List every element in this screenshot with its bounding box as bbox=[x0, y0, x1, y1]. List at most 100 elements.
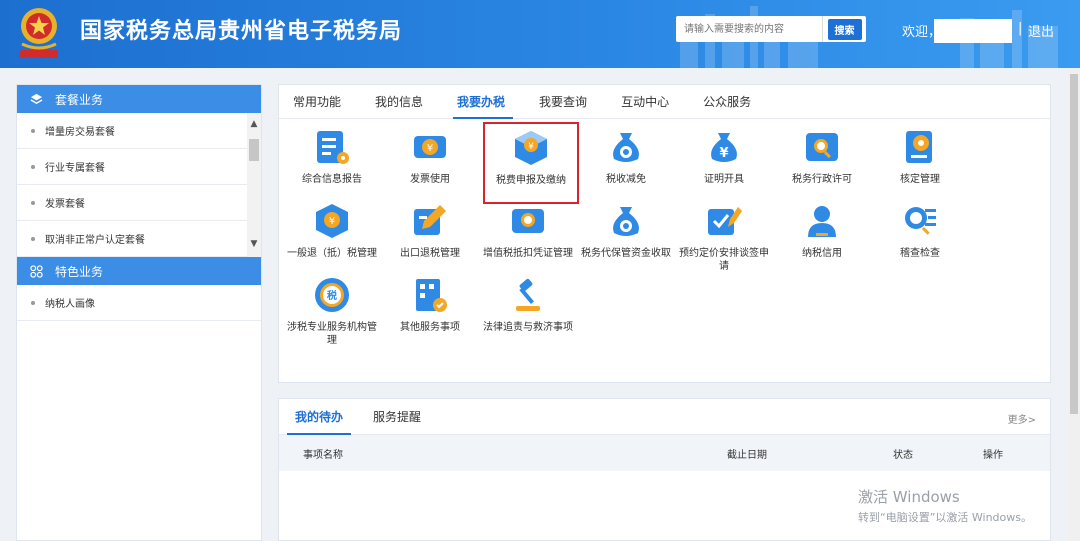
tax-seal-icon: 税 bbox=[315, 278, 349, 312]
service-item[interactable]: ¥ 证明开具 bbox=[675, 127, 773, 207]
svg-text:¥: ¥ bbox=[427, 143, 433, 154]
check-edit-icon bbox=[708, 207, 742, 235]
service-panel: 常用功能 我的信息 我要办税 我要查询 互动中心 公众服务 综合信息报告 ¥ 发票使… bbox=[278, 84, 1051, 383]
search-doc-icon bbox=[806, 133, 838, 161]
sidebar-section-title: 特色业务 bbox=[55, 264, 104, 279]
money-bag-icon bbox=[613, 207, 639, 236]
package-list: 增量房交易套餐 行业专属套餐 发票套餐 取消非正常户认定套餐 ▲ ▼ bbox=[17, 113, 261, 257]
service-item[interactable]: ¥ 税费申报及缴纳 bbox=[483, 122, 579, 204]
service-item[interactable]: 出口退税管理 bbox=[381, 201, 479, 281]
building-icon bbox=[416, 279, 447, 312]
svg-text:¥: ¥ bbox=[719, 146, 728, 161]
tab-query[interactable]: 我要查询 bbox=[539, 85, 603, 118]
service-label: 预约定价安排谈签申请 bbox=[679, 248, 769, 272]
gear-doc-icon bbox=[906, 131, 932, 163]
certificate-icon: ¥ bbox=[711, 133, 737, 162]
service-label: 增值税抵扣凭证管理 bbox=[483, 248, 573, 259]
tab-my-todo[interactable]: 我的待办 bbox=[286, 399, 352, 435]
windows-activation-watermark: 激活 Windows 转到“电脑设置”以激活 Windows。 bbox=[858, 486, 1032, 525]
service-item[interactable]: 法律追责与救济事项 bbox=[479, 275, 577, 355]
search-input[interactable] bbox=[676, 16, 822, 42]
sidebar: 套餐业务 增量房交易套餐 行业专属套餐 发票套餐 取消非正常户认定套餐 ▲ ▼ … bbox=[16, 84, 262, 541]
svg-text:税: 税 bbox=[327, 289, 337, 302]
service-label: 涉税专业服务机构管理 bbox=[287, 322, 377, 346]
service-item[interactable]: 税务代保管资金收取 bbox=[577, 201, 675, 281]
sidebar-item[interactable]: 行业专属套餐 bbox=[17, 149, 261, 185]
service-item[interactable]: 增值税抵扣凭证管理 bbox=[479, 201, 577, 281]
service-label: 法律追责与救济事项 bbox=[483, 322, 573, 333]
service-item[interactable]: 税涉税专业服务机构管理 bbox=[283, 275, 381, 355]
service-item[interactable]: 税收减免 bbox=[577, 127, 675, 207]
service-label: 综合信息报告 bbox=[302, 174, 362, 185]
tax-declare-icon: ¥ bbox=[515, 131, 547, 165]
site-title: 国家税务总局贵州省电子税务局 bbox=[80, 19, 403, 44]
column-header: 事项名称 bbox=[303, 449, 343, 461]
report-icon bbox=[317, 131, 349, 164]
service-item[interactable]: 纳税信用 bbox=[773, 201, 871, 281]
tab-service-reminder[interactable]: 服务提醒 bbox=[373, 399, 421, 434]
service-label: 税务行政许可 bbox=[792, 174, 852, 185]
sidebar-section-package[interactable]: 套餐业务 bbox=[17, 85, 261, 113]
search-button[interactable]: 搜索 bbox=[822, 16, 866, 42]
refund-icon: ¥ bbox=[316, 204, 348, 238]
header: 国家税务总局贵州省电子税务局 搜索 欢迎， | 退出 bbox=[0, 0, 1080, 68]
service-label: 税费申报及缴纳 bbox=[496, 175, 566, 186]
todo-table-header: 事项名称 截止日期 状态 操作 bbox=[279, 435, 1050, 471]
separator: | bbox=[1018, 21, 1023, 36]
service-item[interactable]: 稽查检查 bbox=[871, 201, 969, 281]
sidebar-item[interactable]: 增量房交易套餐 bbox=[17, 113, 261, 149]
service-label: 纳税信用 bbox=[802, 248, 842, 259]
service-label: 核定管理 bbox=[900, 174, 940, 185]
svg-text:¥: ¥ bbox=[528, 142, 534, 152]
sidebar-item[interactable]: 取消非正常户认定套餐 bbox=[17, 221, 261, 257]
service-label: 其他服务事项 bbox=[400, 322, 460, 333]
tab-public-service[interactable]: 公众服务 bbox=[703, 85, 767, 118]
svg-text:¥: ¥ bbox=[329, 216, 335, 227]
tab-my-info[interactable]: 我的信息 bbox=[375, 85, 439, 118]
service-tabs: 常用功能 我的信息 我要办税 我要查询 互动中心 公众服务 bbox=[279, 85, 1050, 119]
sidebar-scrollbar[interactable]: ▲ ▼ bbox=[247, 113, 261, 257]
tab-interaction[interactable]: 互动中心 bbox=[621, 85, 685, 118]
tab-tax-handling[interactable]: 我要办税 bbox=[453, 85, 521, 119]
column-header: 状态 bbox=[893, 449, 913, 461]
service-label: 出口退税管理 bbox=[400, 248, 460, 259]
watermark-line2: 转到“电脑设置”以激活 Windows。 bbox=[858, 511, 1032, 524]
tax-emblem-icon bbox=[20, 8, 58, 58]
chevron-down-icon[interactable]: ▼ bbox=[247, 237, 261, 251]
layers-icon bbox=[29, 92, 43, 106]
sidebar-section-title: 套餐业务 bbox=[55, 92, 104, 107]
user-icon bbox=[808, 206, 836, 237]
grid-icon bbox=[29, 264, 43, 278]
sidebar-section-feature[interactable]: 特色业务 bbox=[17, 257, 261, 285]
service-label: 稽查检查 bbox=[900, 248, 940, 259]
todo-tabs: 我的待办 服务提醒 更多> bbox=[279, 399, 1050, 435]
watermark-line1: 激活 Windows bbox=[858, 488, 960, 506]
edit-icon bbox=[414, 205, 446, 235]
page-scroll-thumb[interactable] bbox=[1070, 74, 1078, 414]
inspect-icon bbox=[905, 207, 936, 235]
scroll-thumb[interactable] bbox=[249, 139, 259, 161]
service-label: 一般退（抵）税管理 bbox=[287, 248, 377, 259]
more-link[interactable]: 更多> bbox=[1008, 411, 1036, 426]
logout-link[interactable]: 退出 bbox=[1028, 21, 1054, 40]
page-scrollbar[interactable] bbox=[1068, 68, 1080, 541]
service-item[interactable]: 税务行政许可 bbox=[773, 127, 871, 207]
service-label: 证明开具 bbox=[704, 174, 744, 185]
chevron-up-icon[interactable]: ▲ bbox=[247, 117, 261, 131]
gavel-icon bbox=[516, 278, 540, 311]
service-item[interactable]: ¥ 发票使用 bbox=[381, 127, 479, 207]
service-item[interactable]: 预约定价安排谈签申请 bbox=[675, 201, 773, 281]
username-box bbox=[934, 19, 1012, 43]
service-label: 税收减免 bbox=[606, 174, 646, 185]
sidebar-item[interactable]: 发票套餐 bbox=[17, 185, 261, 221]
tab-common[interactable]: 常用功能 bbox=[293, 85, 357, 118]
voucher-search-icon bbox=[512, 209, 544, 233]
column-header: 截止日期 bbox=[727, 449, 767, 461]
invoice-icon: ¥ bbox=[414, 136, 446, 158]
sidebar-item[interactable]: 纳税人画像 bbox=[17, 285, 261, 321]
service-item[interactable]: 核定管理 bbox=[871, 127, 969, 207]
service-item[interactable]: 其他服务事项 bbox=[381, 275, 479, 355]
service-item[interactable]: ¥ 一般退（抵）税管理 bbox=[283, 201, 381, 281]
service-item[interactable]: 综合信息报告 bbox=[283, 127, 381, 207]
money-bag-icon bbox=[613, 133, 639, 162]
